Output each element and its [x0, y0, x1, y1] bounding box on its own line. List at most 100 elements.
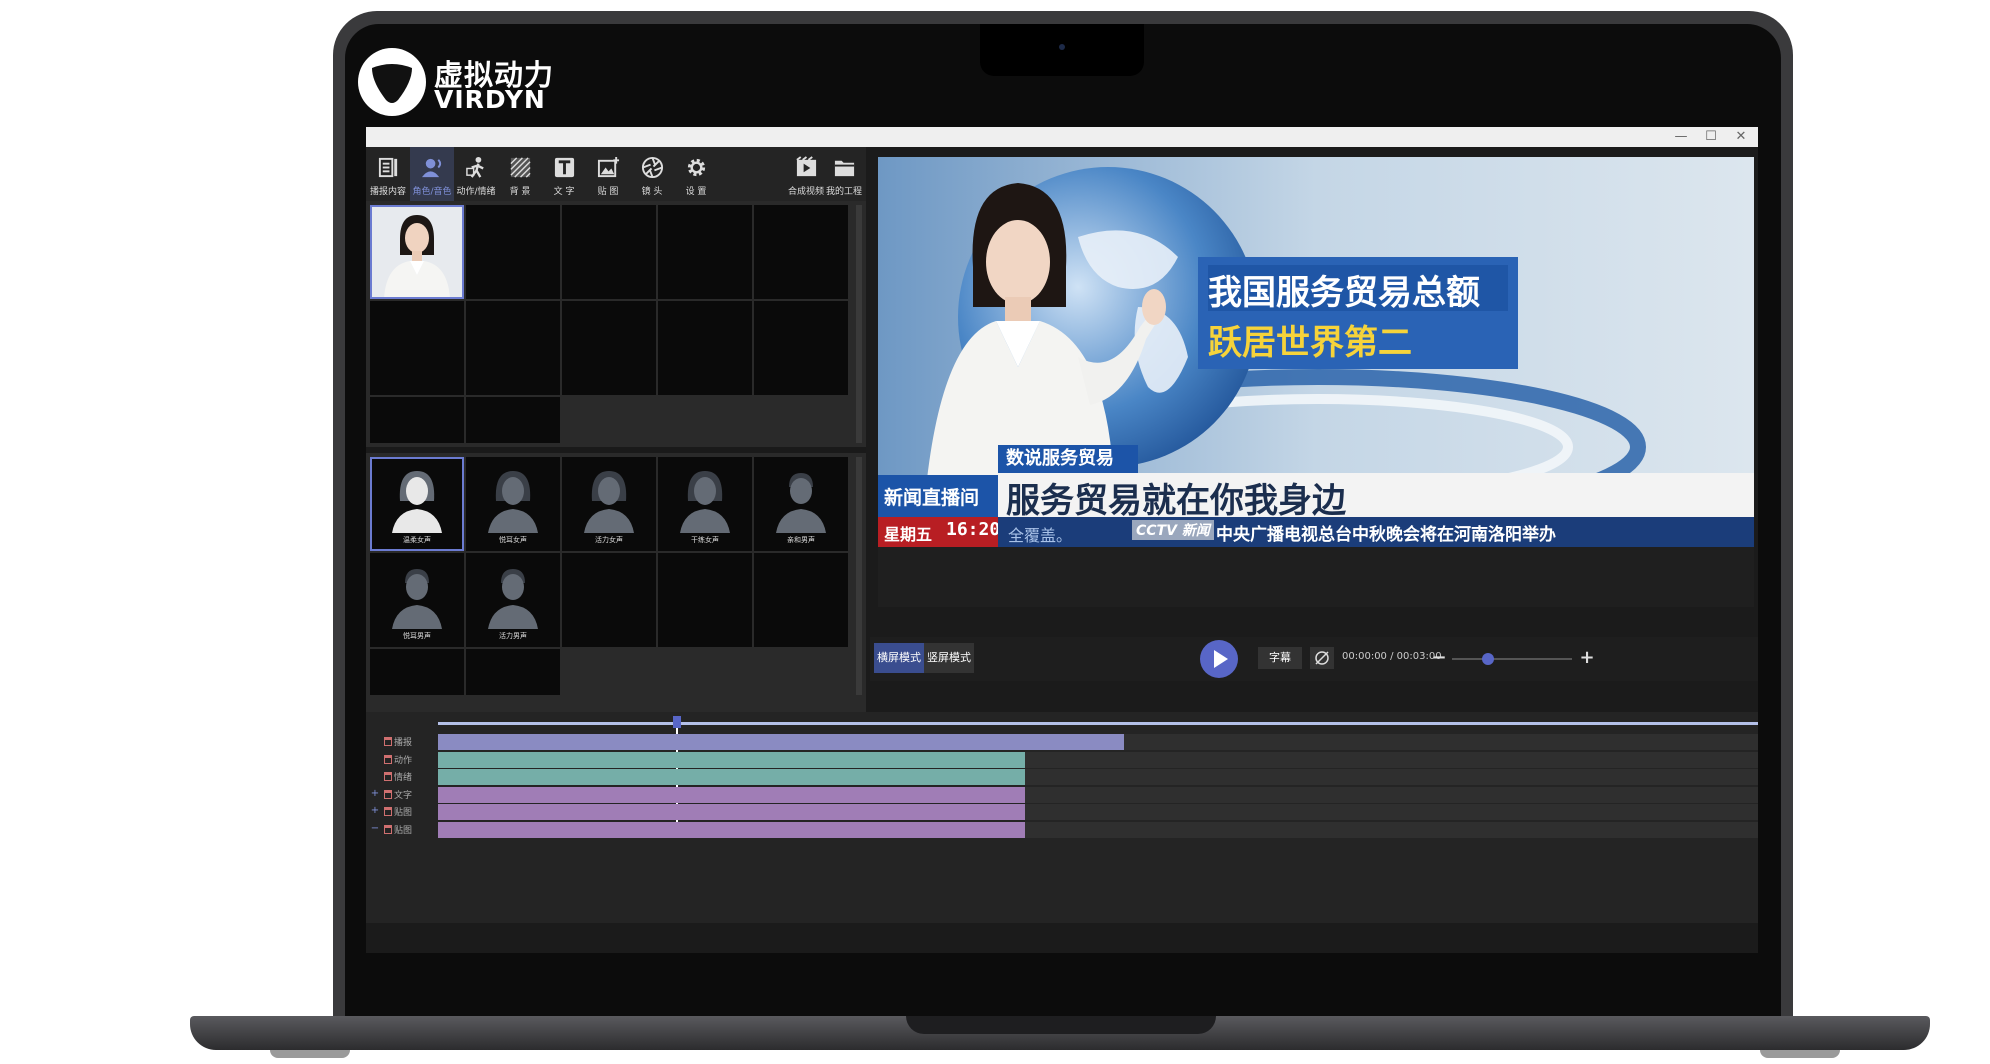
- character-slot-empty[interactable]: [562, 205, 656, 299]
- tool-my-projects[interactable]: 我的工程: [822, 147, 866, 201]
- character-slot-empty[interactable]: [466, 301, 560, 395]
- video-preview: 我国服务贸易总额 跃居世界第二 数说服务贸易 新闻直播间 服务贸易就在你我身边 …: [878, 157, 1754, 607]
- track-label: 文字: [394, 790, 413, 801]
- time-separator: /: [1390, 651, 1394, 662]
- voice-label: 活力女声: [595, 536, 623, 544]
- character-slot-empty[interactable]: [562, 301, 656, 395]
- product-mockup: 虚拟动力 VIRDYN — ☐ ✕ 播报内容 角色/音色 动作/情绪 背 景 文…: [0, 0, 1990, 1064]
- ticker-left: 全覆盖。: [1008, 526, 1073, 545]
- zoom-slider[interactable]: [1452, 653, 1572, 665]
- play-icon: [1214, 650, 1228, 668]
- document-list-icon: [378, 157, 398, 178]
- subtitle-toggle[interactable]: 字幕: [1258, 647, 1302, 669]
- laptop-foot: [1760, 1050, 1840, 1058]
- tool-label: 设 置: [685, 187, 707, 197]
- folder-icon: [834, 160, 855, 177]
- character-anchor-female[interactable]: [370, 205, 464, 299]
- voice-slot-empty[interactable]: [658, 553, 752, 647]
- preview-letterbox: [878, 547, 1754, 607]
- voice-option[interactable]: 悦耳女声: [466, 457, 560, 551]
- track-label: 贴图: [394, 825, 413, 836]
- loop-icon: [1315, 651, 1329, 665]
- track-expand-toggle[interactable]: [370, 771, 380, 781]
- window-titlebar: — ☐ ✕: [366, 127, 1758, 147]
- camera-notch: [980, 24, 1144, 76]
- playhead-handle[interactable]: [672, 716, 681, 728]
- zoom-in-button[interactable]: +: [1578, 649, 1596, 667]
- character-slot-empty[interactable]: [754, 301, 848, 395]
- character-slot-empty[interactable]: [658, 205, 752, 299]
- trash-icon[interactable]: [384, 807, 392, 816]
- timeline-clip[interactable]: [438, 751, 1026, 768]
- gear-icon: [687, 158, 706, 177]
- track-label: 动作: [394, 755, 413, 766]
- tool-settings[interactable]: 设 置: [674, 147, 718, 201]
- trash-icon[interactable]: [384, 737, 392, 746]
- voice-slot-empty[interactable]: [370, 649, 464, 695]
- track-expand-toggle[interactable]: +: [370, 788, 380, 799]
- timeline-panel: 播报 动作 情绪 + 文字 + 贴图 − 贴图: [366, 712, 1758, 923]
- voice-slot-empty[interactable]: [466, 649, 560, 695]
- close-button[interactable]: ✕: [1726, 127, 1756, 147]
- timeline-clip[interactable]: [438, 786, 1026, 803]
- character-slot-empty[interactable]: [466, 205, 560, 299]
- landscape-mode-button[interactable]: 横屏模式: [874, 643, 924, 673]
- minimize-button[interactable]: —: [1666, 127, 1696, 147]
- program-name: 新闻直播间: [884, 487, 980, 509]
- timeline-clip[interactable]: [438, 821, 1026, 838]
- character-slot-empty[interactable]: [754, 205, 848, 299]
- timeline-clip[interactable]: [438, 769, 1026, 785]
- voice-slot-empty[interactable]: [562, 553, 656, 647]
- ticker-text: 中央广播电视总台中秋晚会将在河南洛阳举办: [1216, 525, 1556, 545]
- character-slot-empty[interactable]: [370, 397, 464, 443]
- voice-option[interactable]: 活力女声: [562, 457, 656, 551]
- maximize-button[interactable]: ☐: [1696, 127, 1726, 147]
- motion-emotion-icon: [466, 156, 484, 178]
- voice-option[interactable]: 干练女声: [658, 457, 752, 551]
- headline-line-1: 我国服务贸易总额: [1208, 273, 1480, 313]
- character-slot-empty[interactable]: [370, 301, 464, 395]
- subtitle-text: 服务贸易就在你我身边: [1006, 481, 1346, 521]
- track-expand-toggle[interactable]: +: [370, 806, 380, 816]
- character-thumbnail: [370, 205, 464, 299]
- track-expand-toggle[interactable]: [370, 754, 380, 764]
- voice-option[interactable]: 悦耳男声: [370, 553, 464, 647]
- station-logo: CCTV 新闻: [1132, 520, 1214, 540]
- trash-icon[interactable]: [384, 772, 392, 781]
- user-voice-icon: [421, 158, 442, 178]
- portrait-mode-button[interactable]: 竖屏模式: [924, 643, 974, 673]
- character-slot-empty[interactable]: [466, 397, 560, 443]
- laptop-foot: [270, 1050, 350, 1058]
- voice-option[interactable]: 活力男声: [466, 553, 560, 647]
- track-expand-toggle[interactable]: −: [370, 823, 380, 834]
- laptop-hinge: [906, 1016, 1216, 1034]
- zoom-out-button[interactable]: −: [1430, 649, 1448, 667]
- voice-option[interactable]: 亲和男声: [754, 457, 848, 551]
- loop-button[interactable]: [1310, 647, 1334, 669]
- text-icon: [554, 157, 575, 178]
- timeline-clip[interactable]: [438, 734, 1125, 750]
- time-readout: 00:00:00 / 00:03:00: [1342, 651, 1442, 662]
- voice-label: 温柔女声: [403, 536, 431, 544]
- time-ruler: [438, 722, 1758, 725]
- trash-icon[interactable]: [384, 754, 392, 764]
- play-button[interactable]: [1200, 640, 1238, 678]
- track-label: 贴图: [394, 808, 413, 818]
- brand-name-en: VIRDYN: [434, 85, 546, 114]
- trash-icon[interactable]: [384, 789, 392, 799]
- app-window: — ☐ ✕ 播报内容 角色/音色 动作/情绪 背 景 文 字 贴 图 镜 头 设…: [366, 127, 1758, 953]
- headline-line-2: 跃居世界第二: [1208, 323, 1412, 363]
- voice-label: 亲和男声: [787, 536, 815, 544]
- zoom-slider-thumb[interactable]: [1482, 653, 1494, 665]
- voice-slot-empty[interactable]: [754, 553, 848, 647]
- voice-label: 干练女声: [691, 536, 719, 544]
- trash-icon[interactable]: [384, 824, 392, 834]
- voice-option[interactable]: 温柔女声: [370, 457, 464, 551]
- track-expand-toggle[interactable]: [370, 736, 380, 746]
- timeline-clip[interactable]: [438, 804, 1026, 820]
- track-label: 情绪: [394, 773, 413, 783]
- character-slot-empty[interactable]: [658, 301, 752, 395]
- voice-grid-scrollbar[interactable]: [856, 457, 862, 695]
- panel-divider: [366, 447, 866, 453]
- character-grid-scrollbar[interactable]: [856, 205, 862, 443]
